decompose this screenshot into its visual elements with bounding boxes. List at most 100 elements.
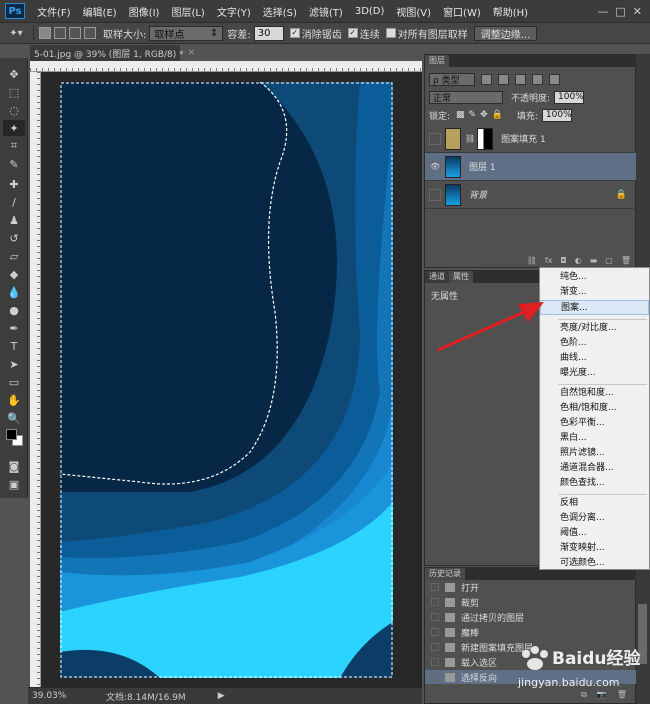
history-checkbox[interactable] (431, 598, 439, 606)
new-selection-mode-button[interactable] (39, 27, 51, 39)
opacity-input[interactable]: 100% (554, 90, 585, 104)
antialias-checkbox[interactable]: ✓ (289, 28, 300, 38)
contiguous-checkbox[interactable]: ✓ (347, 28, 358, 38)
eye-icon[interactable]: 👁 (429, 160, 441, 173)
menu-item-invert[interactable]: 反相 (540, 496, 649, 511)
magic-wand-icon[interactable]: ✦▾ (4, 24, 28, 42)
filter-pixel-icon[interactable] (481, 73, 492, 85)
menu-select[interactable]: 选择(S) (257, 4, 303, 19)
all-layers-checkbox[interactable] (385, 28, 396, 38)
fill-input[interactable]: 100% (541, 108, 572, 122)
screen-mode-icon[interactable]: ▣ (3, 476, 25, 492)
new-group-icon[interactable]: ▬ (590, 256, 598, 265)
menu-type[interactable]: 文字(Y) (211, 4, 257, 19)
menu-item-solid-color[interactable]: 纯色... (540, 270, 649, 285)
filter-type-icon[interactable] (515, 73, 526, 85)
filter-smart-icon[interactable] (549, 73, 560, 85)
hand-tool-icon[interactable]: ✋ (3, 392, 25, 408)
filter-adjustment-icon[interactable] (498, 73, 509, 85)
tab-properties[interactable]: 属性 (449, 271, 473, 283)
path-selection-icon[interactable]: ➤ (3, 356, 25, 372)
pen-tool-icon[interactable]: ✒ (3, 320, 25, 336)
crop-tool-icon[interactable]: ⌗ (3, 138, 25, 154)
menu-item-black-white[interactable]: 黑白... (540, 431, 649, 446)
menu-item-photo-filter[interactable]: 照片滤镜... (540, 446, 649, 461)
subtract-selection-mode-button[interactable] (69, 27, 81, 39)
layer-row-layer1[interactable]: 👁 图层 1 (425, 153, 637, 181)
menu-view[interactable]: 视图(V) (390, 4, 437, 19)
type-tool-icon[interactable]: T (3, 338, 25, 354)
menu-item-threshold[interactable]: 阈值... (540, 526, 649, 541)
menu-item-channel-mixer[interactable]: 通道混合器... (540, 461, 649, 476)
history-item[interactable]: 魔棒 (425, 625, 637, 639)
visibility-toggle[interactable] (429, 132, 441, 145)
sample-size-select[interactable]: 取样点 ⇕ (149, 25, 224, 41)
healing-brush-icon[interactable]: ✚ (3, 176, 25, 192)
menu-item-color-lookup[interactable]: 颜色查找... (540, 476, 649, 491)
add-selection-mode-button[interactable] (54, 27, 66, 39)
history-checkbox[interactable] (431, 643, 439, 651)
history-checkbox[interactable] (431, 658, 439, 666)
fx-icon[interactable]: fx (545, 256, 553, 265)
history-item[interactable]: 通过拷贝的图层 (425, 610, 637, 624)
visibility-toggle[interactable] (429, 188, 441, 201)
tab-history[interactable]: 历史记录 (425, 568, 465, 580)
menu-file[interactable]: 文件(F) (31, 4, 77, 19)
close-icon[interactable]: ✕ (633, 5, 642, 18)
menu-filter[interactable]: 滤镜(T) (303, 4, 349, 19)
brush-tool-icon[interactable]: / (3, 194, 25, 210)
minimize-icon[interactable]: — (597, 5, 608, 18)
layer-row-pattern-fill[interactable]: ⛓ 图案填充 1 (425, 125, 637, 153)
refine-edge-button[interactable]: 调整边缘... (473, 25, 538, 41)
paint-bucket-icon[interactable]: ◆ (3, 266, 25, 282)
close-icon[interactable]: × (188, 48, 196, 58)
zoom-level[interactable]: 39.03% (28, 691, 66, 701)
layer-kind-filter[interactable]: ρ 类型 (429, 72, 475, 86)
document-canvas[interactable] (60, 82, 393, 678)
menu-item-exposure[interactable]: 曝光度... (540, 366, 649, 381)
status-arrow-icon[interactable]: ▶ (218, 691, 225, 701)
eyedropper-tool-icon[interactable]: ✎ (3, 156, 25, 172)
layer-row-background[interactable]: 背景 🔒 (425, 181, 637, 209)
history-brush-icon[interactable]: ↺ (3, 230, 25, 246)
history-checkbox[interactable] (431, 628, 439, 636)
history-item[interactable]: 裁剪 (425, 595, 637, 609)
menu-window[interactable]: 窗口(W) (437, 4, 487, 19)
dodge-tool-icon[interactable]: ● (3, 302, 25, 318)
blur-tool-icon[interactable]: 💧 (3, 284, 25, 300)
document-tab[interactable]: 5-01.jpg @ 39% (图层 1, RGB/8) * × (30, 45, 195, 61)
menu-item-pattern[interactable]: 图案... (540, 300, 649, 315)
maximize-icon[interactable]: □ (615, 5, 625, 18)
tolerance-input[interactable]: 30 (253, 25, 284, 41)
intersect-selection-mode-button[interactable] (84, 27, 96, 39)
zoom-tool-icon[interactable]: 🔍 (3, 410, 25, 426)
menu-3d[interactable]: 3D(D) (349, 6, 391, 17)
lasso-tool-icon[interactable]: ◌ (3, 102, 25, 118)
color-swatches-icon[interactable] (3, 429, 25, 446)
tab-channels[interactable]: 通道 (425, 271, 449, 283)
lock-options-icon[interactable]: ▩✎✥🔒 (456, 110, 507, 120)
menu-item-gradient[interactable]: 渐变... (540, 285, 649, 300)
magic-wand-tool-icon[interactable]: ✦ (3, 120, 25, 136)
menu-item-vibrance[interactable]: 自然饱和度... (540, 386, 649, 401)
menu-item-curves[interactable]: 曲线... (540, 351, 649, 366)
menu-item-hue-saturation[interactable]: 色相/饱和度... (540, 401, 649, 416)
clone-stamp-icon[interactable]: ♟ (3, 212, 25, 228)
menu-item-selective-color[interactable]: 可选颜色... (540, 556, 649, 571)
history-item[interactable]: 打开 (425, 580, 637, 594)
quick-mask-icon[interactable]: ◙ (3, 458, 25, 474)
blend-mode-select[interactable]: 正常 (429, 90, 503, 104)
move-tool-icon[interactable]: ✥ (3, 66, 25, 82)
menu-help[interactable]: 帮助(H) (487, 4, 534, 19)
eraser-tool-icon[interactable]: ▱ (3, 248, 25, 264)
marquee-tool-icon[interactable]: ⬚ (3, 84, 25, 100)
history-checkbox[interactable] (431, 583, 439, 591)
menu-item-levels[interactable]: 色阶... (540, 336, 649, 351)
menu-item-posterize[interactable]: 色调分离... (540, 511, 649, 526)
trash-icon[interactable]: 🗑 (621, 256, 631, 265)
filter-shape-icon[interactable] (532, 73, 543, 85)
new-layer-icon[interactable]: ▢ (605, 256, 613, 265)
history-checkbox[interactable] (431, 673, 439, 681)
menu-edit[interactable]: 编辑(E) (77, 4, 123, 19)
menu-layer[interactable]: 图层(L) (165, 4, 210, 19)
